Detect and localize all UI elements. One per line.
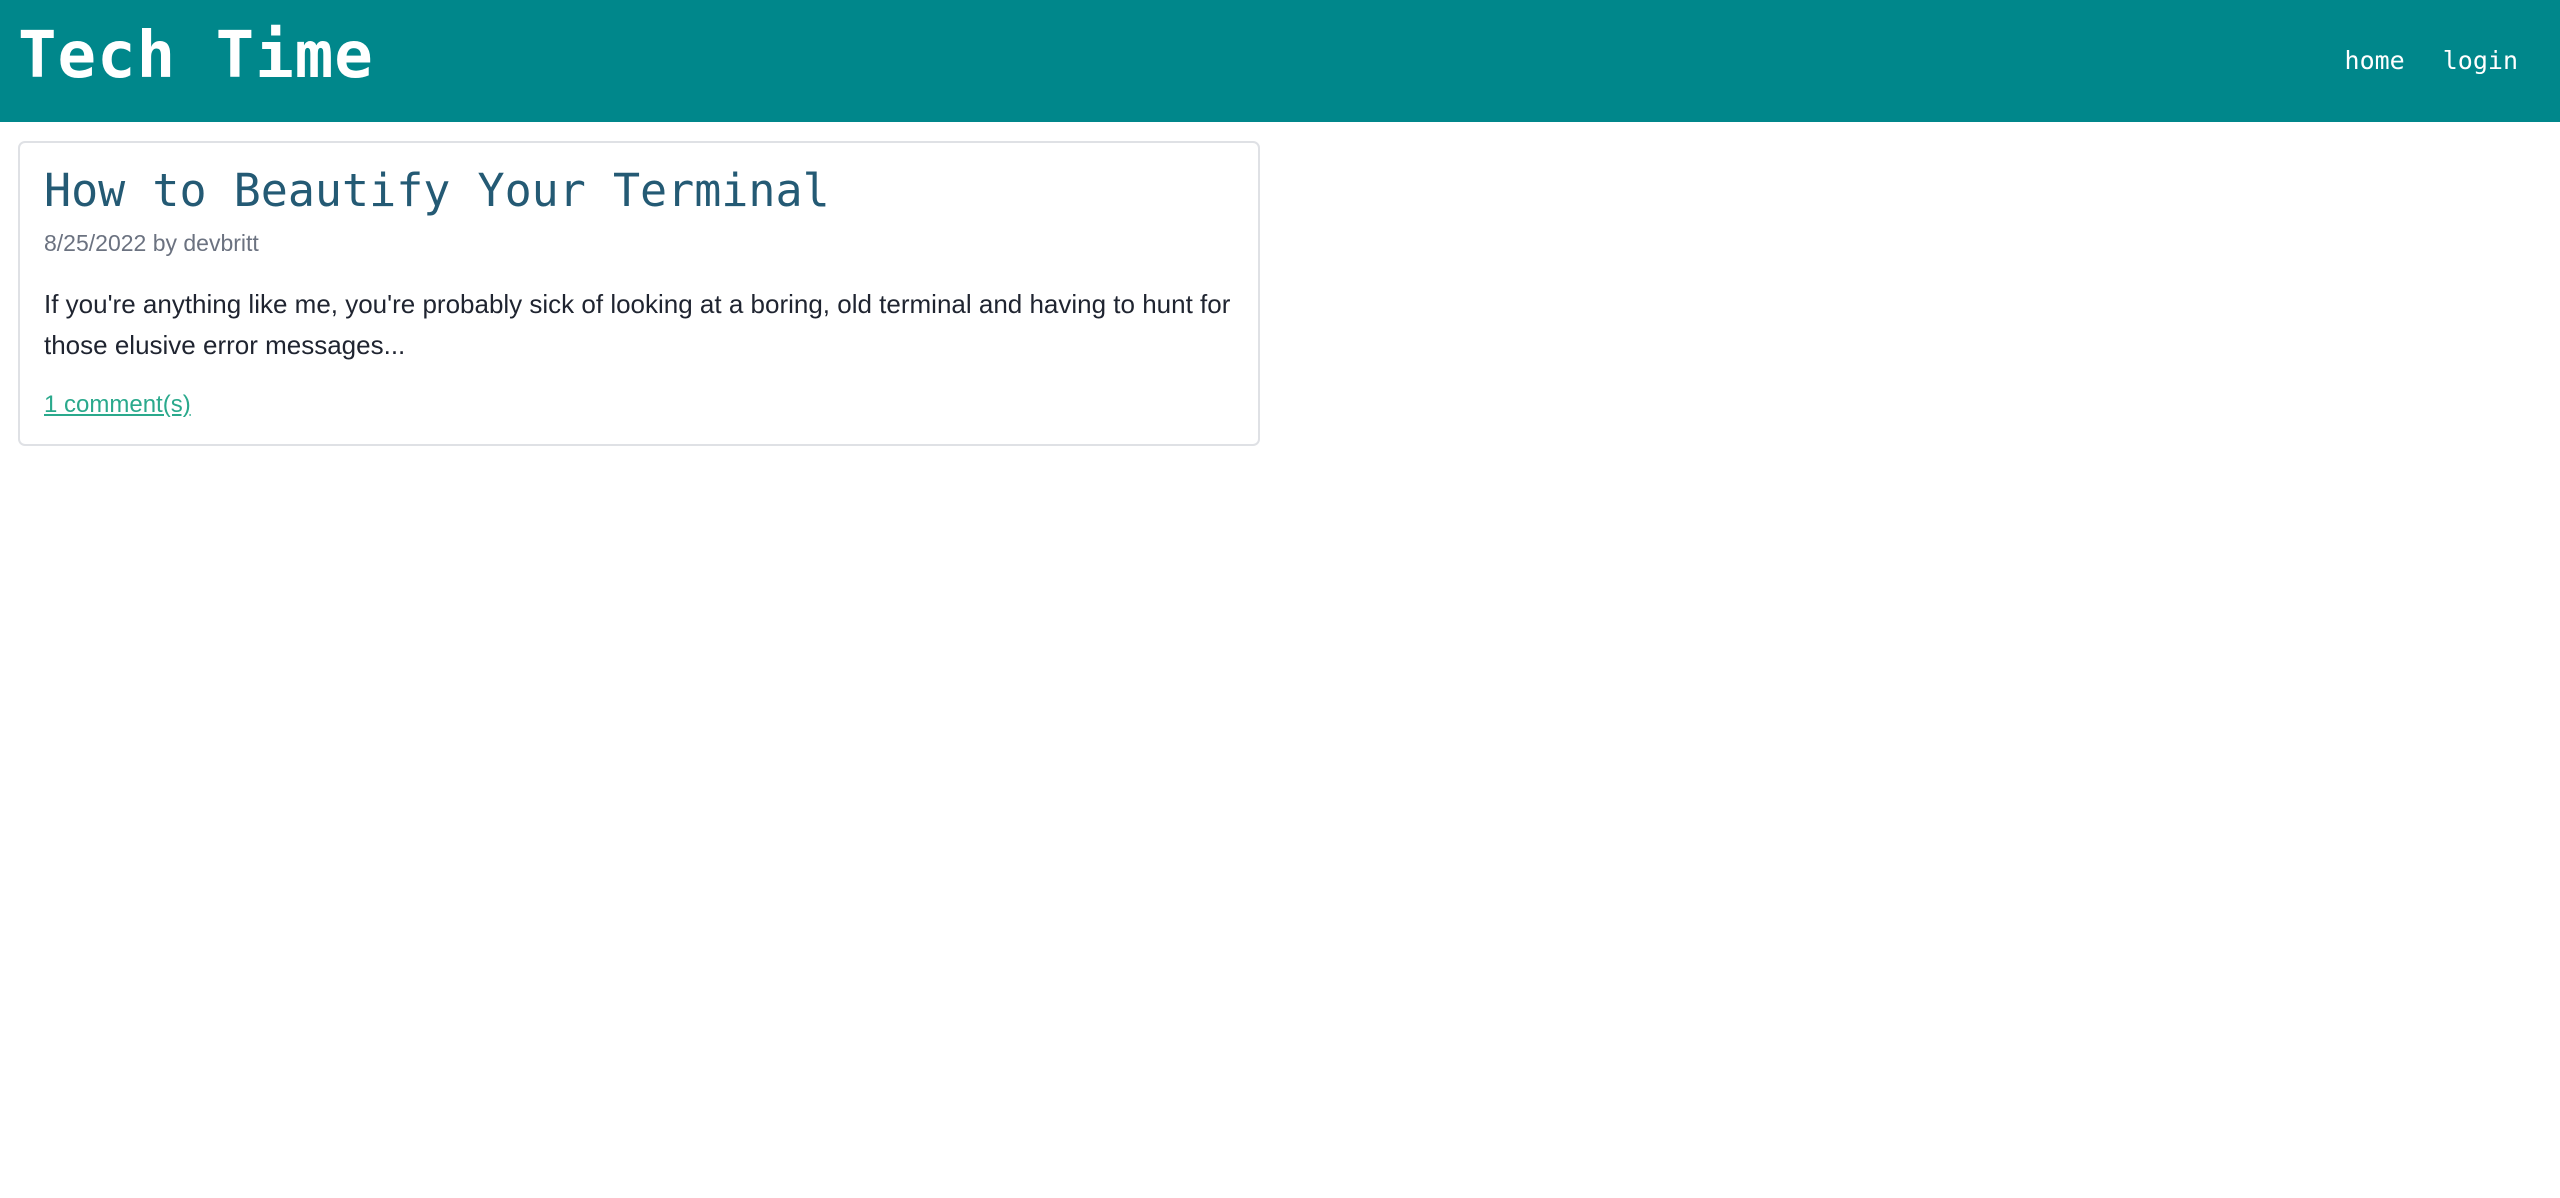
- site-title[interactable]: Tech Time: [18, 18, 374, 94]
- main-nav: home login: [2345, 42, 2518, 80]
- post-comments-link[interactable]: 1 comment(s): [44, 389, 191, 421]
- nav-login-link[interactable]: login: [2443, 42, 2518, 80]
- post-title[interactable]: How to Beautify Your Terminal: [44, 161, 830, 221]
- nav-home-link[interactable]: home: [2345, 42, 2405, 80]
- post-card: How to Beautify Your Terminal 8/25/2022 …: [18, 141, 1260, 446]
- post-meta: 8/25/2022 by devbritt: [44, 230, 259, 256]
- post-excerpt: If you're anything like me, you're proba…: [44, 289, 1231, 360]
- site-header: Tech Time home login: [0, 0, 2560, 122]
